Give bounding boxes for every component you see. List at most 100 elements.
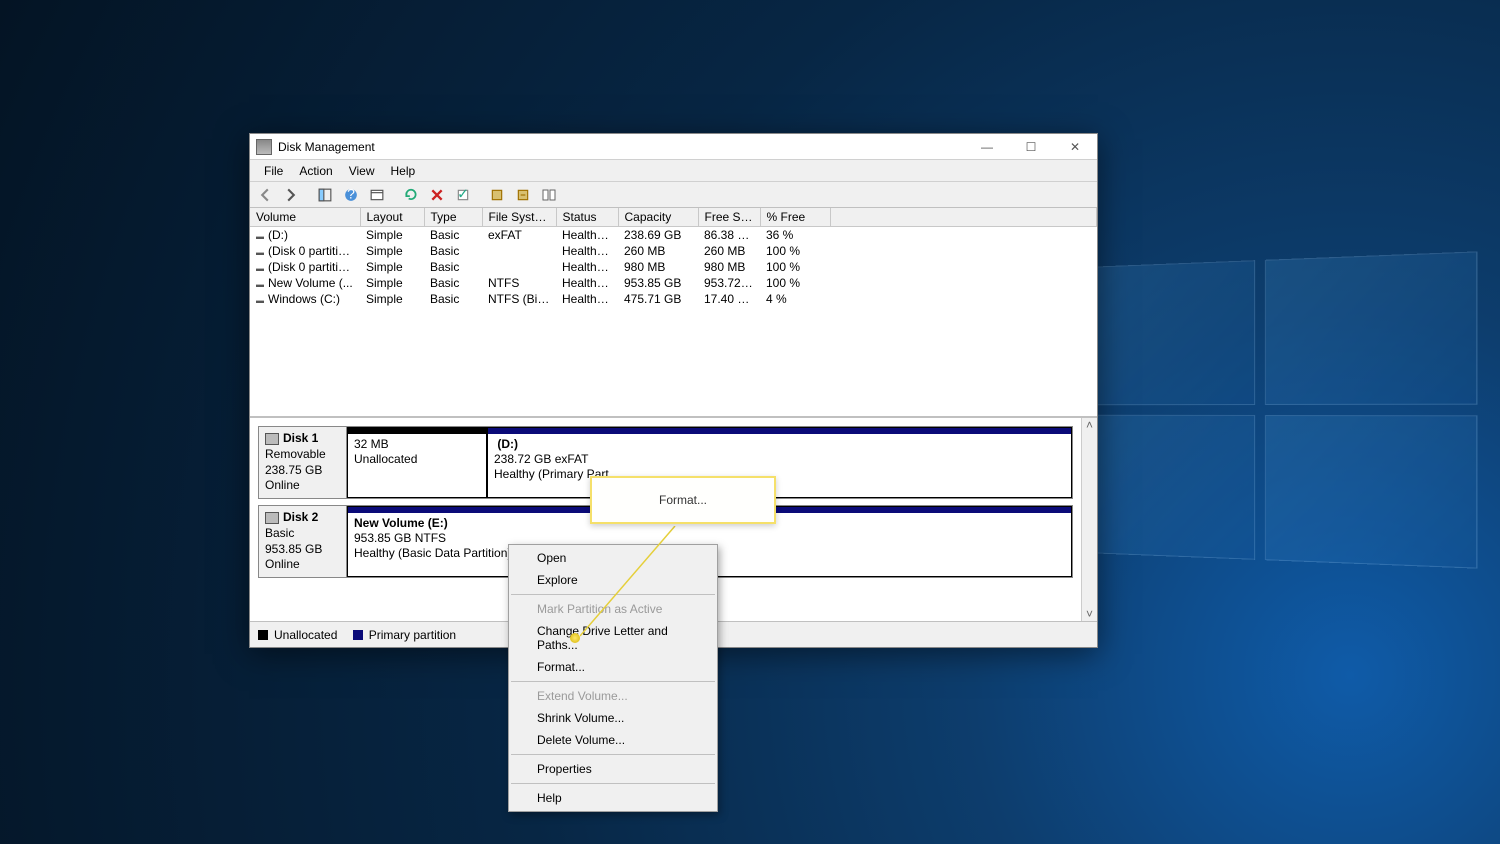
- show-hide-console-tree-icon[interactable]: [314, 184, 336, 206]
- legend-label-unallocated: Unallocated: [274, 628, 337, 642]
- col-pctfree[interactable]: % Free: [760, 208, 830, 227]
- disk-2-partition-e-status: Healthy (Basic Data Partition): [354, 546, 511, 560]
- windows-logo-backdrop: [1065, 251, 1477, 568]
- col-filesystem[interactable]: File System: [482, 208, 556, 227]
- disk-2-partition-e-size: 953.85 GB NTFS: [354, 531, 446, 545]
- forward-button[interactable]: [280, 184, 302, 206]
- cell-status: Healthy (R...: [556, 259, 618, 275]
- maximize-button[interactable]: ☐: [1009, 134, 1053, 160]
- table-row[interactable]: (D:)SimpleBasicexFATHealthy (P...238.69 …: [250, 227, 1097, 244]
- ctx-mark-active: Mark Partition as Active: [509, 598, 717, 620]
- cell-fs: [482, 259, 556, 275]
- menu-view[interactable]: View: [341, 162, 383, 180]
- detach-vhd-icon[interactable]: [512, 184, 534, 206]
- menu-action[interactable]: Action: [291, 162, 340, 180]
- layout-icon[interactable]: [538, 184, 560, 206]
- ctx-format[interactable]: Format...: [509, 656, 717, 678]
- legend-swatch-primary: [353, 630, 363, 640]
- ctx-properties[interactable]: Properties: [509, 758, 717, 780]
- create-vhd-icon[interactable]: ✓: [452, 184, 474, 206]
- legend-swatch-unallocated: [258, 630, 268, 640]
- graphical-pane-scrollbar[interactable]: ˄ ˅: [1081, 418, 1097, 621]
- table-row[interactable]: New Volume (...SimpleBasicNTFSHealthy (B…: [250, 275, 1097, 291]
- minimize-button[interactable]: —: [965, 134, 1009, 160]
- disk-2-state: Online: [265, 557, 300, 571]
- ctx-shrink[interactable]: Shrink Volume...: [509, 707, 717, 729]
- col-freespace[interactable]: Free Spa...: [698, 208, 760, 227]
- cell-layout: Simple: [360, 259, 424, 275]
- cell-layout: Simple: [360, 275, 424, 291]
- column-headers[interactable]: Volume Layout Type File System Status Ca…: [250, 208, 1097, 227]
- table-row[interactable]: Windows (C:)SimpleBasicNTFS (BitLo...Hea…: [250, 291, 1097, 307]
- disk-2-title: Disk 2: [283, 510, 318, 524]
- cell-name: (D:): [250, 227, 360, 244]
- disk-1-title: Disk 1: [283, 431, 318, 445]
- menu-file[interactable]: File: [256, 162, 291, 180]
- col-layout[interactable]: Layout: [360, 208, 424, 227]
- window-title: Disk Management: [278, 140, 965, 154]
- cell-layout: Simple: [360, 291, 424, 307]
- cell-pct: 100 %: [760, 275, 830, 291]
- disk-2-media: Basic: [265, 526, 294, 540]
- volume-context-menu: Open Explore Mark Partition as Active Ch…: [508, 544, 718, 812]
- volume-table[interactable]: Volume Layout Type File System Status Ca…: [250, 208, 1097, 307]
- app-icon: [256, 139, 272, 155]
- ctx-delete[interactable]: Delete Volume...: [509, 729, 717, 751]
- attach-vhd-icon[interactable]: [486, 184, 508, 206]
- cell-cap: 475.71 GB: [618, 291, 698, 307]
- volume-list-pane: Volume Layout Type File System Status Ca…: [250, 208, 1097, 418]
- cell-type: Basic: [424, 243, 482, 259]
- cell-free: 953.72 GB: [698, 275, 760, 291]
- scroll-up-icon[interactable]: ˄: [1086, 418, 1093, 432]
- svg-text:✓: ✓: [457, 188, 469, 202]
- properties-icon[interactable]: [366, 184, 388, 206]
- cell-status: Healthy (E...: [556, 243, 618, 259]
- table-row[interactable]: (Disk 0 partition 1)SimpleBasic Healthy (…: [250, 243, 1097, 259]
- removable-disk-icon: [265, 433, 279, 445]
- cell-layout: Simple: [360, 243, 424, 259]
- cell-name: (Disk 0 partition 4): [250, 259, 360, 275]
- cell-free: 260 MB: [698, 243, 760, 259]
- delete-icon[interactable]: [426, 184, 448, 206]
- disk-1-info[interactable]: Disk 1 Removable 238.75 GB Online: [259, 427, 347, 498]
- close-button[interactable]: ✕: [1053, 134, 1097, 160]
- back-button[interactable]: [254, 184, 276, 206]
- ctx-open[interactable]: Open: [509, 547, 717, 569]
- cell-type: Basic: [424, 259, 482, 275]
- cell-cap: 953.85 GB: [618, 275, 698, 291]
- cell-fs: exFAT: [482, 227, 556, 244]
- cell-cap: 238.69 GB: [618, 227, 698, 244]
- cell-pct: 4 %: [760, 291, 830, 307]
- col-volume[interactable]: Volume: [250, 208, 360, 227]
- disk-2-size: 953.85 GB: [265, 542, 322, 556]
- cell-pct: 100 %: [760, 259, 830, 275]
- cell-status: Healthy (B...: [556, 275, 618, 291]
- disk-2-partition-e-label: New Volume (E:): [354, 516, 448, 530]
- col-type[interactable]: Type: [424, 208, 482, 227]
- ctx-change-letter[interactable]: Change Drive Letter and Paths...: [509, 620, 717, 656]
- menubar: File Action View Help: [250, 160, 1097, 182]
- help-icon[interactable]: ?: [340, 184, 362, 206]
- col-status[interactable]: Status: [556, 208, 618, 227]
- col-capacity[interactable]: Capacity: [618, 208, 698, 227]
- cell-status: Healthy (B...: [556, 291, 618, 307]
- legend-label-primary: Primary partition: [369, 628, 456, 642]
- disk-1-partition-d-size: 238.72 GB exFAT: [494, 452, 589, 466]
- disk-1-partition-d[interactable]: (D:) 238.72 GB exFAT Healthy (Primary Pa…: [487, 427, 1072, 498]
- cell-name: (Disk 0 partition 1): [250, 243, 360, 259]
- cell-type: Basic: [424, 275, 482, 291]
- refresh-icon[interactable]: [400, 184, 422, 206]
- table-row[interactable]: (Disk 0 partition 4)SimpleBasic Healthy (…: [250, 259, 1097, 275]
- disk-2-info[interactable]: Disk 2 Basic 953.85 GB Online: [259, 506, 347, 577]
- ctx-help[interactable]: Help: [509, 787, 717, 809]
- disk-1-unalloc-size: 32 MB: [354, 437, 389, 451]
- menu-help[interactable]: Help: [383, 162, 424, 180]
- disk-1-media: Removable: [265, 447, 326, 461]
- cell-fs: NTFS (BitLo...: [482, 291, 556, 307]
- cell-type: Basic: [424, 227, 482, 244]
- ctx-explore[interactable]: Explore: [509, 569, 717, 591]
- cell-name: New Volume (...: [250, 275, 360, 291]
- disk-1-unallocated[interactable]: 32 MB Unallocated: [347, 427, 487, 498]
- cell-type: Basic: [424, 291, 482, 307]
- scroll-down-icon[interactable]: ˅: [1086, 607, 1093, 621]
